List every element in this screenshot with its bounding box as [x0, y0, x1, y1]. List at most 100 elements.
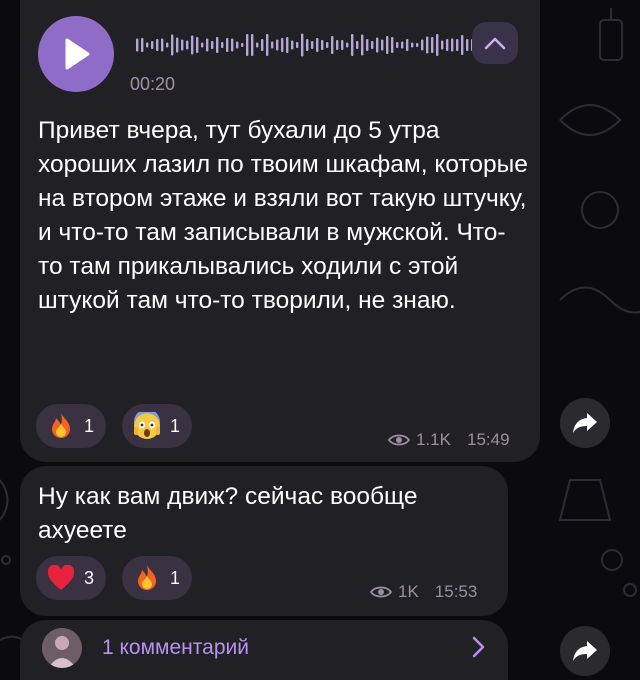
- reaction-scream[interactable]: 1: [122, 404, 193, 448]
- waveform-bar: [316, 38, 319, 52]
- waveform-bar: [321, 40, 324, 50]
- waveform-bar: [181, 39, 184, 51]
- waveform-bar: [366, 39, 369, 51]
- waveform-bar: [226, 38, 229, 52]
- fire-emoji-icon: [46, 411, 76, 441]
- waveform-bar: [236, 41, 239, 49]
- waveform-bar: [461, 35, 464, 55]
- waveform-bar: [296, 42, 299, 48]
- fire-emoji-icon: [132, 563, 162, 593]
- forward-button[interactable]: [560, 626, 610, 676]
- heart-emoji-icon: [46, 563, 76, 593]
- waveform-bar: [466, 39, 469, 51]
- chevron-up-icon: [484, 37, 506, 50]
- reaction-count: 1: [170, 567, 181, 588]
- waveform-bar: [376, 37, 379, 53]
- reaction-fire[interactable]: 1: [122, 556, 193, 600]
- waveform-bar: [266, 34, 269, 56]
- waveform-bar: [191, 35, 194, 55]
- forward-arrow-icon: [573, 413, 597, 433]
- waveform-bar: [151, 41, 154, 49]
- waveform-bar: [201, 42, 204, 48]
- waveform-bar: [146, 42, 149, 48]
- waveform-bar: [346, 42, 349, 48]
- message-meta: 1K 15:53: [370, 582, 477, 602]
- waveform-bar: [141, 38, 144, 52]
- waveform-bar: [416, 43, 419, 47]
- voice-transcript-text: Привет вчера, тут бухали до 5 утра хорош…: [38, 117, 528, 314]
- message-time: 15:53: [434, 582, 478, 601]
- reaction-count: 3: [84, 567, 95, 588]
- views-eye-icon: [370, 586, 392, 598]
- view-count: 1.1K: [416, 430, 451, 449]
- waveform-bar: [411, 42, 414, 48]
- waveform-bar: [286, 37, 289, 53]
- waveform-bar: [281, 38, 284, 52]
- waveform-bar: [186, 40, 189, 50]
- waveform-bar: [336, 40, 339, 50]
- voice-message-bubble: 00:20 Привет вчера, тут бухали до 5 утра…: [20, 0, 540, 462]
- waveform-bar: [456, 39, 459, 51]
- waveform-bar: [221, 42, 224, 48]
- waveform-bar: [391, 37, 394, 53]
- scream-emoji-icon: [132, 411, 162, 441]
- waveform-bar: [326, 42, 329, 48]
- waveform-bar: [216, 37, 219, 53]
- message-time: 15:49: [466, 430, 510, 449]
- voice-waveform[interactable]: [136, 32, 476, 58]
- forward-button[interactable]: [560, 398, 610, 448]
- reaction-heart[interactable]: 3: [36, 556, 107, 600]
- waveform-bar: [386, 36, 389, 54]
- waveform-bar: [161, 38, 164, 52]
- waveform-bar: [446, 39, 449, 51]
- view-count: 1K: [398, 582, 419, 601]
- waveform-bar: [241, 43, 244, 47]
- voice-duration: 00:20: [130, 74, 176, 94]
- waveform-bar: [261, 39, 264, 51]
- forward-arrow-icon: [573, 641, 597, 661]
- waveform-bar: [436, 34, 439, 56]
- waveform-bar: [301, 33, 304, 57]
- waveform-bar: [451, 38, 454, 52]
- waveform-bar: [251, 34, 254, 56]
- waveform-bar: [356, 41, 359, 49]
- waveform-bar: [256, 42, 259, 48]
- waveform-bar: [246, 34, 249, 56]
- play-button[interactable]: [38, 16, 114, 92]
- waveform-bar: [171, 34, 174, 56]
- waveform-bar: [351, 34, 354, 56]
- comments-count-label: 1 комментарий: [102, 636, 249, 659]
- collapse-transcript-button[interactable]: [472, 22, 518, 64]
- message-text: Ну как вам движ? сейчас вообще ахуеете: [38, 483, 418, 544]
- views-eye-icon: [388, 434, 410, 446]
- waveform-bar: [291, 40, 294, 50]
- waveform-bar: [231, 38, 234, 52]
- waveform-bar: [271, 41, 274, 49]
- reaction-count: 1: [84, 415, 95, 436]
- message-meta: 1.1K 15:49: [388, 430, 510, 450]
- comments-bar[interactable]: 1 комментарий: [20, 620, 508, 680]
- waveform-bar: [381, 39, 384, 51]
- waveform-bar: [361, 34, 364, 56]
- waveform-bar: [136, 38, 139, 52]
- waveform-bar: [341, 40, 344, 50]
- waveform-bar: [431, 37, 434, 53]
- waveform-bar: [421, 39, 424, 51]
- waveform-bar: [166, 42, 169, 48]
- waveform-bar: [306, 39, 309, 51]
- waveform-bar: [211, 41, 214, 49]
- reaction-fire[interactable]: 1: [36, 404, 107, 448]
- waveform-bar: [426, 36, 429, 54]
- play-icon: [65, 38, 90, 70]
- waveform-bar: [276, 39, 279, 51]
- waveform-bar: [206, 38, 209, 52]
- waveform-bar: [371, 41, 374, 49]
- waveform-bar: [396, 42, 399, 48]
- reaction-count: 1: [170, 415, 181, 436]
- waveform-bar: [441, 40, 444, 50]
- text-message-bubble: Ну как вам движ? сейчас вообще ахуеете 3…: [20, 466, 508, 616]
- waveform-bar: [401, 41, 404, 49]
- waveform-bar: [196, 37, 199, 53]
- commenter-avatar: [42, 628, 82, 668]
- waveform-bar: [406, 39, 409, 51]
